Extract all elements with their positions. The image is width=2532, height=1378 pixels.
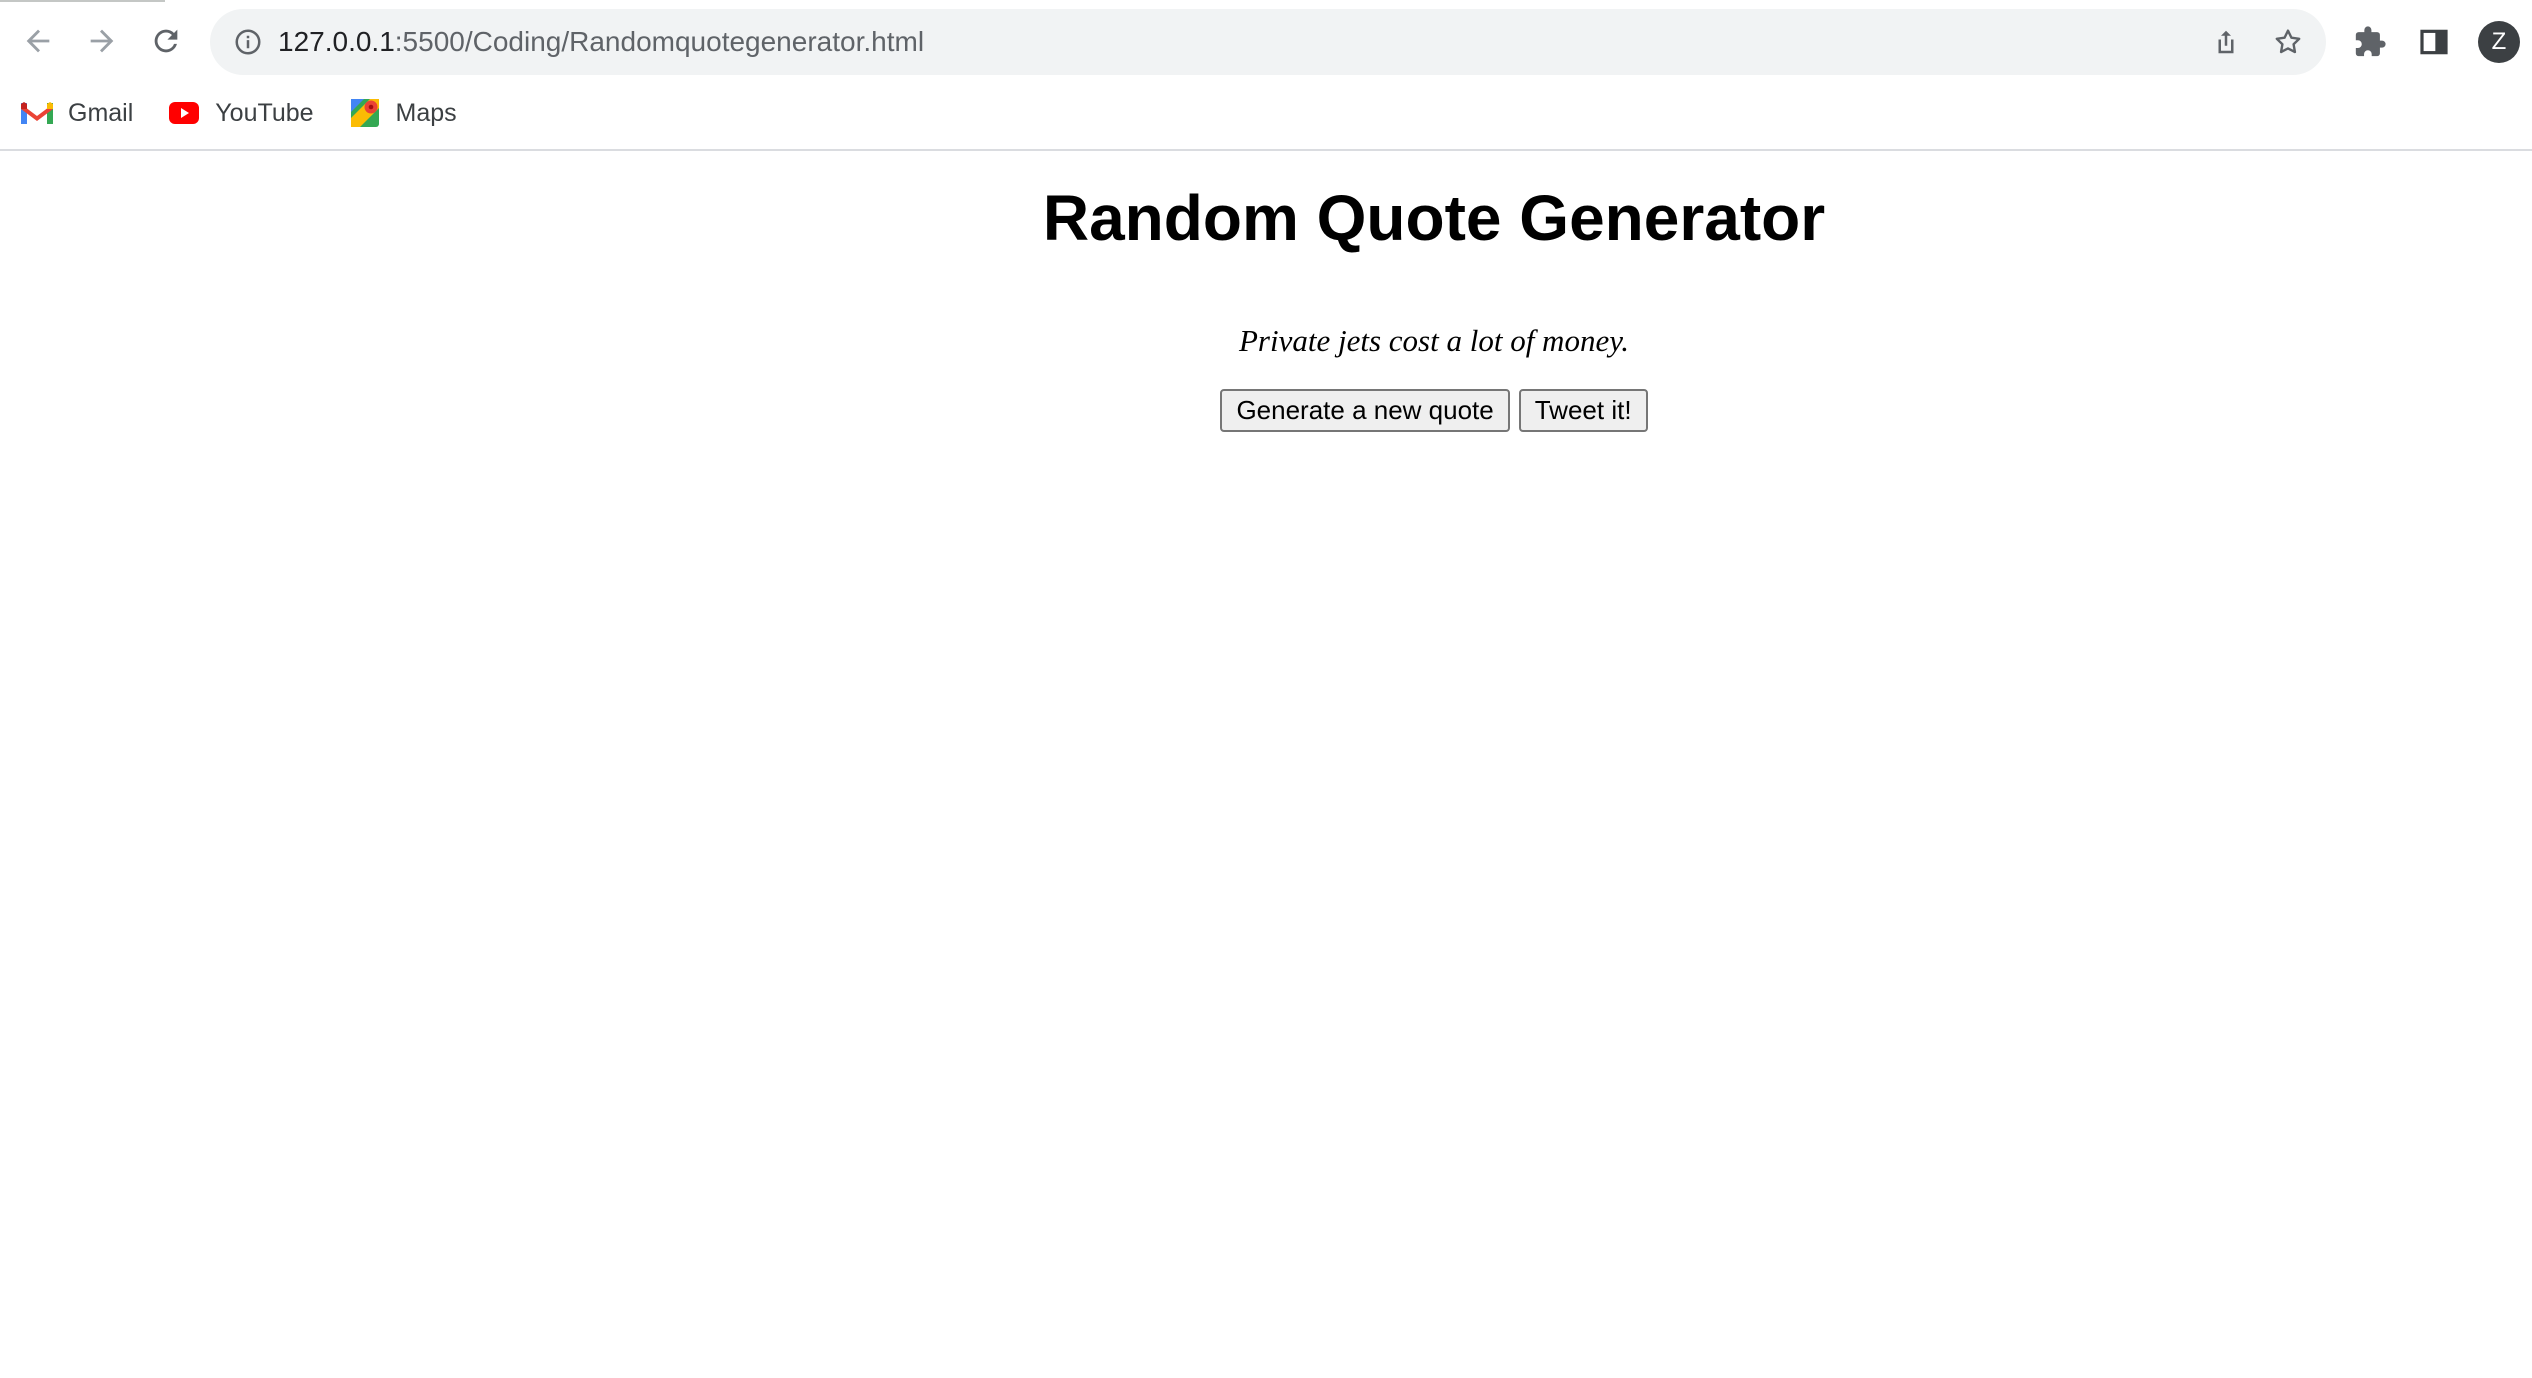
- back-button[interactable]: [14, 17, 62, 65]
- tab-strip-edge: [0, 0, 165, 2]
- profile-avatar[interactable]: Z: [2478, 21, 2520, 63]
- address-bar[interactable]: 127.0.0.1:5500/Coding/Randomquotegenerat…: [210, 9, 2326, 75]
- star-icon[interactable]: [2268, 22, 2308, 62]
- tweet-button[interactable]: Tweet it!: [1518, 389, 1648, 432]
- button-row: Generate a new quote Tweet it!: [0, 389, 2532, 432]
- back-arrow-icon: [26, 29, 50, 53]
- page-title: Random Quote Generator: [1042, 182, 1826, 254]
- bookmark-label: Maps: [395, 98, 457, 127]
- bookmark-label: Gmail: [68, 98, 134, 127]
- url-path: :5500/Coding/Randomquotegenerator.html: [394, 26, 925, 57]
- forward-button[interactable]: [78, 17, 126, 65]
- bookmark-gmail[interactable]: Gmail: [0, 89, 147, 137]
- reload-icon: [154, 29, 178, 53]
- reload-button[interactable]: [142, 17, 190, 65]
- forward-arrow-icon: [90, 29, 114, 53]
- page-content: Random Quote Generator Private jets cost…: [0, 151, 2532, 1378]
- bookmarks-bar: Gmail YouTube Maps: [0, 89, 471, 137]
- url-host: 127.0.0.1: [278, 26, 395, 57]
- maps-icon: [348, 96, 382, 130]
- gmail-icon: [20, 96, 54, 130]
- share-icon[interactable]: [2206, 22, 2246, 62]
- quote-text: Private jets cost a lot of money.: [1238, 323, 1629, 358]
- generate-quote-button[interactable]: Generate a new quote: [1220, 389, 1510, 432]
- bookmark-maps[interactable]: Maps: [328, 89, 471, 137]
- url-text[interactable]: 127.0.0.1:5500/Coding/Randomquotegenerat…: [278, 9, 924, 75]
- bookmark-youtube[interactable]: YouTube: [147, 89, 327, 137]
- puzzle-icon[interactable]: [2348, 20, 2392, 64]
- youtube-icon: [167, 96, 201, 130]
- browser-chrome: 127.0.0.1:5500/Coding/Randomquotegenerat…: [0, 0, 2532, 151]
- info-icon[interactable]: [230, 24, 266, 60]
- side-panel-icon[interactable]: [2412, 20, 2456, 64]
- bookmark-label: YouTube: [215, 98, 314, 127]
